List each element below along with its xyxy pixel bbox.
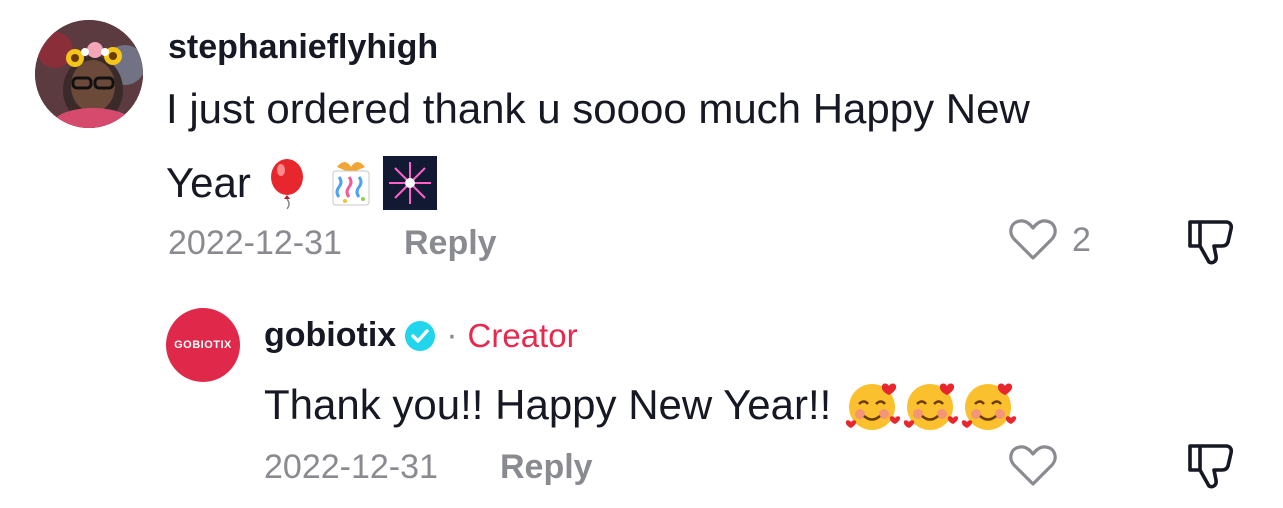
comment-text-year: Year [166,159,251,206]
creator-username[interactable]: gobiotix [264,316,396,355]
reply-dislike-button[interactable] [1186,440,1238,490]
smiling-face-with-hearts-icon [904,383,959,430]
thumbs-down-icon [1188,444,1234,489]
smiling-face-with-hearts-icon [962,383,1017,430]
comment-date: 2022-12-31 [168,224,342,262]
reply-reply-button[interactable]: Reply [500,448,593,487]
avatar-photo [35,20,143,128]
reply-header: gobiotix · Creator [264,316,578,355]
creator-label: Creator [467,316,578,354]
comment-reply-button[interactable]: Reply [404,224,497,263]
reply-like-button[interactable] [1008,444,1058,488]
smiling-face-with-hearts-icon [846,383,901,430]
commenter-avatar[interactable] [35,20,143,128]
comment-dislike-button[interactable] [1186,216,1238,266]
verified-badge-icon [405,320,436,351]
heart-outline-icon [1009,219,1057,260]
gift-confetti-emoji-icon [332,162,370,206]
heart-outline-icon [1009,445,1057,486]
comment-like-count: 2 [1072,220,1091,259]
fireworks-emoji-icon [382,156,437,210]
comment-like-button[interactable]: 2 [1008,218,1091,262]
reply-date: 2022-12-31 [264,448,438,486]
reply-text: Thank you!! Happy New Year!! [264,378,1019,432]
reply-emojis [845,378,1019,432]
thumbs-down-icon [1188,220,1234,265]
balloon-emoji-icon [270,159,303,209]
creator-avatar[interactable]: GOBIOTIX [166,308,240,382]
comment-text-line1: I just ordered thank u soooo much Happy … [166,85,1030,132]
header-separator: · [446,316,458,354]
creator-avatar-logo: GOBIOTIX [174,339,232,351]
reply-text-content: Thank you!! Happy New Year!! [264,381,832,428]
commenter-username[interactable]: stephanieflyhigh [168,28,438,67]
comment-text-line2: Year [166,156,437,210]
